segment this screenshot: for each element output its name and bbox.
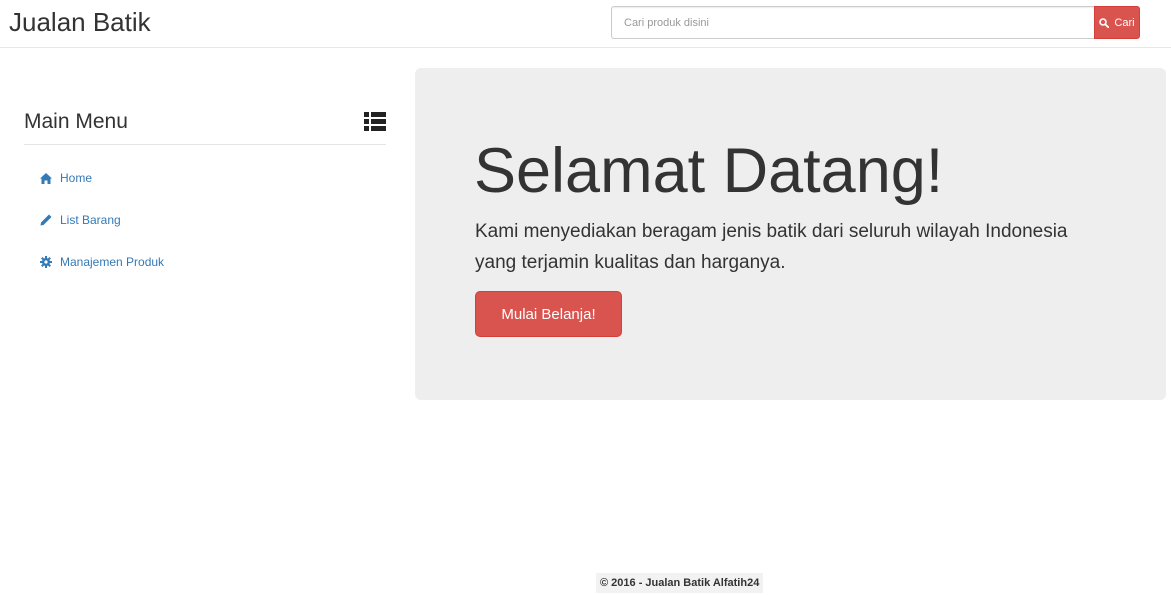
sidebar-title: Main Menu: [24, 110, 128, 133]
sidebar-item-label: Home: [60, 171, 93, 185]
pencil-icon: [39, 214, 52, 227]
search-button-label: Cari: [1114, 16, 1135, 29]
sidebar-header: Main Menu: [24, 100, 386, 145]
navbar: Jualan Batik Cari: [0, 0, 1171, 48]
home-icon: [39, 172, 52, 185]
sidebar: Main Menu Home List Barang Manajemen Pro…: [24, 100, 386, 283]
welcome-title: Selamat Datang!: [474, 136, 944, 206]
gear-icon: [39, 256, 52, 269]
sidebar-item-home[interactable]: Home: [24, 157, 386, 199]
search-icon: [1099, 17, 1110, 28]
sidebar-item-label: List Barang: [60, 213, 121, 227]
sidebar-item-manajemen-produk[interactable]: Manajemen Produk: [24, 241, 386, 283]
brand-logo-text[interactable]: Jualan Batik: [9, 6, 151, 38]
welcome-text: Kami menyediakan beragam jenis batik dar…: [475, 221, 1068, 273]
search-form: Cari: [611, 6, 1140, 39]
start-shopping-button[interactable]: Mulai Belanja!: [475, 291, 622, 337]
sidebar-item-list-barang[interactable]: List Barang: [24, 199, 386, 241]
footer-copyright: © 2016 - Jualan Batik Alfatih24: [596, 573, 764, 593]
sidebar-item-label: Manajemen Produk: [60, 255, 165, 269]
main-menu-list: Home List Barang Manajemen Produk: [24, 157, 386, 283]
list-icon: [364, 112, 386, 131]
welcome-jumbotron: Selamat Datang! Kami menyediakan beragam…: [415, 68, 1166, 400]
search-input[interactable]: [611, 6, 1094, 39]
search-button[interactable]: Cari: [1094, 6, 1140, 39]
